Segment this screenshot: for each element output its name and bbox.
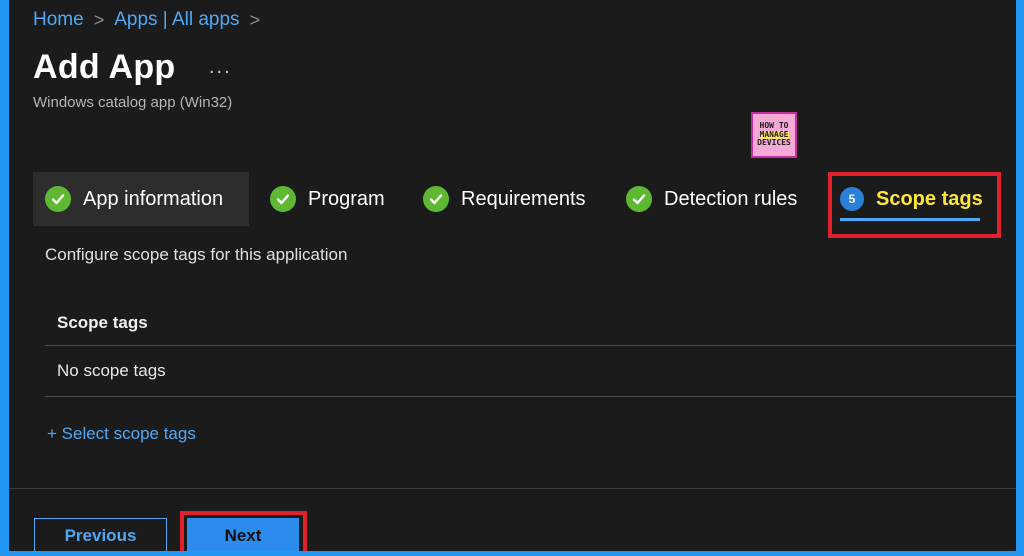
- scope-tags-highlight: [828, 172, 1001, 238]
- section-description: Configure scope tags for this applicatio…: [45, 245, 348, 264]
- table-header: Scope tags: [45, 300, 1016, 346]
- footer-divider: [9, 488, 1016, 489]
- check-circle-icon: [423, 186, 449, 212]
- chevron-right-icon: >: [93, 9, 105, 30]
- select-scope-tags-link[interactable]: + Select scope tags: [47, 424, 196, 444]
- how-to-manage-devices-logo: HOW TO MANAGE DEVICES: [751, 112, 797, 158]
- breadcrumb-all-apps[interactable]: Apps | All apps: [114, 9, 239, 31]
- logo-line-3: DEVICES: [757, 138, 791, 148]
- tab-app-information[interactable]: App information: [33, 172, 249, 226]
- scope-tags-table: Scope tags No scope tags: [45, 300, 1016, 397]
- tab-program[interactable]: Program: [270, 172, 385, 226]
- chevron-right-icon: >: [249, 9, 261, 30]
- breadcrumb-home[interactable]: Home: [33, 9, 84, 31]
- more-options-button[interactable]: ...: [209, 56, 232, 79]
- page-title: Add App: [33, 48, 176, 86]
- app-frame: Home > Apps | All apps > Add App ... Win…: [9, 0, 1016, 551]
- check-circle-icon: [626, 186, 652, 212]
- page-subtitle: Windows catalog app (Win32): [33, 94, 233, 111]
- check-circle-icon: [270, 186, 296, 212]
- check-circle-icon: [45, 186, 71, 212]
- tab-detection-rules[interactable]: Detection rules: [626, 172, 797, 226]
- tab-label: Program: [308, 187, 385, 210]
- next-button[interactable]: Next: [187, 518, 299, 551]
- tab-requirements[interactable]: Requirements: [423, 172, 586, 226]
- previous-button[interactable]: Previous: [34, 518, 167, 551]
- breadcrumb: Home > Apps | All apps >: [33, 9, 260, 31]
- tab-label: App information: [83, 187, 224, 210]
- table-row: No scope tags: [45, 346, 1016, 397]
- tab-label: Requirements: [461, 187, 586, 210]
- tab-label: Detection rules: [664, 187, 798, 210]
